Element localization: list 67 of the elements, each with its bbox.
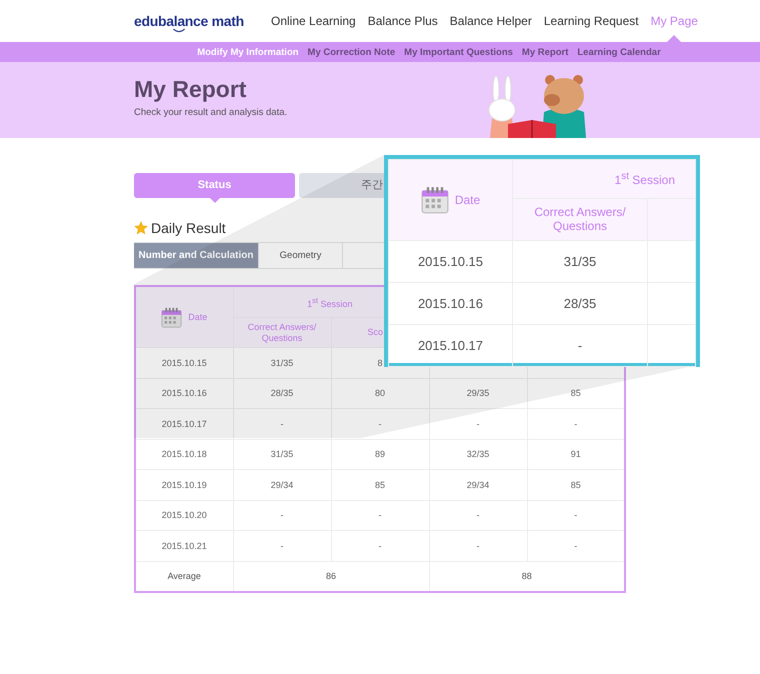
section-title: Daily Result bbox=[151, 220, 226, 236]
table-cell: 85 bbox=[570, 480, 581, 490]
table-cell: - bbox=[378, 510, 382, 520]
subnav-link[interactable]: My Correction Note bbox=[308, 46, 396, 58]
column-header: 1$^{st}$ Session bbox=[614, 173, 675, 187]
page-title: My Report bbox=[134, 76, 248, 103]
table-cell: 31/35 bbox=[270, 358, 294, 368]
table-cell: 2015.10.20 bbox=[162, 510, 207, 520]
table-cell: - bbox=[574, 418, 578, 429]
table-cell: - bbox=[578, 338, 582, 353]
subnav-link[interactable]: Learning Calendar bbox=[577, 46, 661, 58]
table-cell: 80 bbox=[374, 388, 385, 398]
active-pointer bbox=[210, 198, 220, 203]
table-cell: 29/35 bbox=[466, 388, 490, 398]
table-cell: - bbox=[378, 540, 382, 551]
table-cell: 2015.10.16 bbox=[418, 296, 484, 311]
table-cell: 2015.10.15 bbox=[162, 358, 207, 368]
subnav-link[interactable]: Modify My Information bbox=[197, 46, 299, 58]
star-icon bbox=[134, 221, 148, 235]
table-cell: 32/35 bbox=[466, 449, 490, 460]
column-header: Date bbox=[454, 193, 480, 207]
column-header: Sco bbox=[368, 327, 384, 338]
table-cell: 28/35 bbox=[564, 296, 596, 311]
column-header: Correct Answers/ Questions bbox=[534, 204, 626, 232]
table-cell: 2015.10.17 bbox=[162, 418, 207, 429]
subnav-link[interactable]: My Important Questions bbox=[404, 46, 513, 58]
table-cell: 88 bbox=[522, 571, 532, 582]
table-cell: - bbox=[378, 418, 382, 429]
table-cell: - bbox=[574, 510, 578, 520]
table-cell: 85 bbox=[570, 388, 581, 398]
table-cell: 2015.10.18 bbox=[162, 449, 207, 460]
table-cell: 28/35 bbox=[270, 388, 294, 398]
column-header: Correct Answers/ Questions bbox=[248, 322, 316, 342]
table-cell: 29/34 bbox=[270, 480, 294, 490]
table-cell: 2015.10.15 bbox=[418, 254, 484, 269]
table-cell: 2015.10.17 bbox=[418, 338, 484, 353]
table-cell: Average bbox=[168, 571, 201, 582]
table-cell: - bbox=[280, 540, 284, 551]
table-cell: - bbox=[476, 540, 480, 551]
table-cell: 2015.10.16 bbox=[162, 388, 207, 398]
table-cell: 85 bbox=[374, 480, 385, 490]
column-header: 1$^{st}$ Session bbox=[307, 298, 352, 308]
table-cell: 31/35 bbox=[564, 254, 596, 269]
table-cell: 31/35 bbox=[270, 449, 294, 460]
nav-link[interactable]: Online Learning bbox=[271, 14, 356, 28]
calendar-icon bbox=[420, 186, 449, 214]
subject-tab[interactable]: Number and Calculation bbox=[134, 243, 258, 268]
calendar-icon bbox=[161, 306, 182, 328]
table-cell: - bbox=[476, 418, 480, 429]
table-cell: 89 bbox=[374, 449, 385, 460]
table-cell: 29/34 bbox=[466, 480, 490, 490]
view-tab[interactable]: 주간 bbox=[299, 173, 384, 198]
page-subtitle: Check your result and analysis data. bbox=[134, 107, 288, 118]
table-cell: - bbox=[476, 510, 480, 520]
table-cell: - bbox=[574, 540, 578, 551]
table-cell: 91 bbox=[570, 449, 581, 460]
table-cell: - bbox=[280, 418, 284, 429]
table-cell: 8 bbox=[377, 358, 382, 368]
nav-link[interactable]: Balance Plus bbox=[368, 14, 438, 28]
table-cell: - bbox=[280, 510, 284, 520]
nav-link[interactable]: Balance Helper bbox=[450, 14, 532, 28]
column-header: Date bbox=[188, 312, 208, 322]
table-cell: 86 bbox=[326, 571, 336, 582]
table-cell: 2015.10.21 bbox=[162, 540, 207, 551]
table-cell: 2015.10.19 bbox=[162, 480, 207, 490]
nav-link[interactable]: Learning Request bbox=[544, 14, 639, 28]
subnav-link[interactable]: My Report bbox=[522, 46, 568, 58]
